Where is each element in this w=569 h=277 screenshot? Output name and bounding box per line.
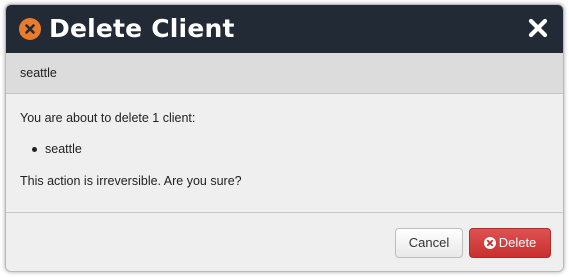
intro-text: You are about to delete 1 client: [20,111,196,125]
dialog-header: Delete Client [6,5,563,53]
cancel-button-label: Cancel [408,235,450,250]
delete-button-label: Delete [498,235,537,250]
subheader-client-name: seattle [20,66,57,80]
dialog-title: Delete Client [49,14,235,43]
dialog-body: You are about to delete 1 client: seattl… [6,94,563,213]
dialog-footer: Cancel Delete [6,213,563,271]
list-item: seattle [32,142,82,156]
client-name: seattle [45,142,82,156]
warning-text: This action is irreversible. Are you sur… [20,174,242,188]
bullet-icon [32,147,37,152]
dialog-subheader: seattle [6,53,563,94]
delete-button[interactable]: Delete [469,228,551,258]
cancel-button[interactable]: Cancel [395,228,463,258]
close-circle-icon [19,18,41,40]
close-icon[interactable] [527,17,549,39]
remove-circle-icon [483,236,496,249]
client-list: seattle [32,142,82,156]
delete-client-dialog: Delete Client seattle You are about to d… [5,4,564,272]
